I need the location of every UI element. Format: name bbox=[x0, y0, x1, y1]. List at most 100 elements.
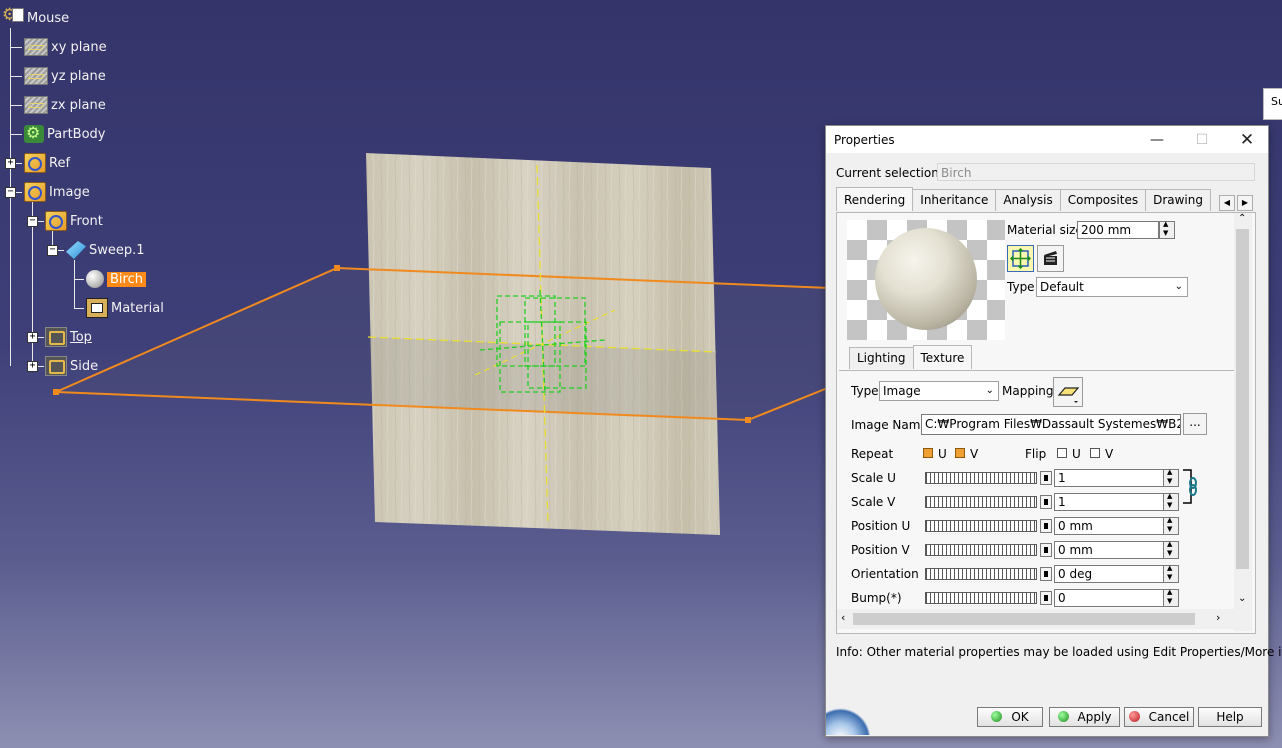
tree-node-partbody[interactable]: PartBody bbox=[24, 123, 105, 144]
bump-spinner[interactable] bbox=[1163, 588, 1179, 607]
mapping-button[interactable] bbox=[1053, 377, 1083, 407]
scroll-down-icon[interactable]: ⌄ bbox=[1238, 593, 1246, 604]
background-window-tab[interactable]: Su bbox=[1263, 88, 1282, 120]
geometrical-set-icon bbox=[45, 211, 67, 231]
close-button[interactable]: ✕ bbox=[1224, 126, 1270, 153]
tree-node-xy-plane[interactable]: xy plane bbox=[24, 37, 107, 57]
scale-u-input[interactable]: 1 bbox=[1054, 469, 1164, 487]
ok-button[interactable]: OK bbox=[977, 707, 1043, 727]
expand-toggle[interactable]: + bbox=[27, 332, 38, 343]
flip-u-checkbox[interactable] bbox=[1057, 448, 1067, 458]
material-library-button[interactable] bbox=[1037, 245, 1064, 272]
position-v-slider[interactable] bbox=[925, 544, 1037, 556]
tab-scroll-left-icon[interactable]: ◀ bbox=[1219, 195, 1235, 211]
scale-v-input[interactable]: 1 bbox=[1054, 493, 1164, 511]
help-button[interactable]: Help bbox=[1198, 707, 1262, 727]
tree-node-material[interactable]: Material bbox=[86, 298, 164, 318]
orientation-spinner[interactable] bbox=[1163, 564, 1179, 583]
globe-decoration-icon bbox=[826, 701, 874, 735]
tree-node-sweep[interactable]: Sweep.1 bbox=[66, 240, 145, 260]
expand-toggle[interactable]: + bbox=[5, 158, 16, 169]
maximize-button[interactable]: ☐ bbox=[1179, 126, 1225, 153]
plane-icon bbox=[24, 96, 48, 114]
geometrical-set-icon bbox=[24, 182, 46, 202]
tree-node-zx-plane[interactable]: zx plane bbox=[24, 95, 106, 115]
dialog-titlebar[interactable]: Properties — ☐ ✕ bbox=[826, 126, 1268, 153]
scroll-left-icon[interactable]: ‹ bbox=[841, 611, 845, 624]
collapse-toggle[interactable]: − bbox=[5, 187, 16, 198]
image-name-input[interactable]: C:₩Program Files₩Dassault Systemes₩B29₩w… bbox=[921, 414, 1181, 435]
slider-reset-button[interactable] bbox=[1040, 471, 1052, 485]
horizontal-scroll-thumb[interactable] bbox=[853, 613, 1195, 625]
tree-node-label: Mouse bbox=[27, 10, 70, 26]
repeat-v-checkbox[interactable] bbox=[955, 448, 965, 458]
slider-reset-button[interactable] bbox=[1040, 567, 1052, 581]
vertical-scroll-thumb[interactable] bbox=[1236, 229, 1249, 569]
scale-u-spinner[interactable] bbox=[1163, 468, 1179, 487]
position-u-input[interactable]: 0 mm bbox=[1054, 517, 1164, 535]
tree-node-image[interactable]: Image bbox=[24, 182, 90, 202]
position-v-spinner[interactable] bbox=[1163, 540, 1179, 559]
info-text: Info: Other material properties may be l… bbox=[836, 645, 1282, 659]
plane-icon bbox=[24, 38, 48, 56]
slider-reset-button[interactable] bbox=[1040, 495, 1052, 509]
slider-reset-button[interactable] bbox=[1040, 519, 1052, 533]
tree-node-label: Image bbox=[49, 184, 90, 200]
position-u-spinner[interactable] bbox=[1163, 516, 1179, 535]
tab-rendering[interactable]: Rendering bbox=[836, 187, 914, 211]
tree-node-birch[interactable]: Birch bbox=[86, 269, 146, 289]
scale-v-spinner[interactable] bbox=[1163, 492, 1179, 511]
tab-analysis[interactable]: Analysis bbox=[995, 189, 1061, 211]
tree-line bbox=[74, 260, 75, 308]
flip-v-checkbox[interactable] bbox=[1090, 448, 1100, 458]
slider-reset-button[interactable] bbox=[1040, 543, 1052, 557]
tab-scroll-right-icon[interactable]: ▶ bbox=[1237, 195, 1253, 211]
type-dropdown[interactable]: Default ⌄ bbox=[1036, 277, 1188, 297]
tree-node-root[interactable]: Mouse bbox=[2, 5, 70, 28]
planar-mapping-icon bbox=[1057, 387, 1080, 403]
minimize-button[interactable]: — bbox=[1134, 126, 1180, 153]
material-size-input[interactable]: 200 mm bbox=[1077, 221, 1159, 239]
tab-inheritance[interactable]: Inheritance bbox=[912, 189, 997, 211]
tab-drawing[interactable]: Drawing bbox=[1145, 189, 1211, 211]
scale-u-slider[interactable] bbox=[925, 472, 1037, 484]
tab-strip: Rendering Inheritance Analysis Composite… bbox=[836, 187, 1211, 212]
browse-button[interactable]: ... bbox=[1183, 413, 1207, 435]
material-size-spinner[interactable] bbox=[1159, 220, 1175, 239]
orientation-slider[interactable] bbox=[925, 568, 1037, 580]
subtab-lighting[interactable]: Lighting bbox=[849, 347, 914, 369]
position-u-slider[interactable] bbox=[925, 520, 1037, 532]
bump-slider[interactable] bbox=[925, 592, 1037, 604]
tree-node-side[interactable]: Side bbox=[45, 356, 98, 376]
subtab-texture[interactable]: Texture bbox=[912, 345, 973, 369]
scale-v-slider[interactable] bbox=[925, 496, 1037, 508]
position-v-input[interactable]: 0 mm bbox=[1054, 541, 1164, 559]
tree-node-front[interactable]: Front bbox=[45, 211, 103, 231]
repeat-u-checkbox[interactable] bbox=[923, 448, 933, 458]
collapse-toggle[interactable]: − bbox=[47, 245, 58, 256]
tree-node-label: Side bbox=[70, 358, 99, 374]
scroll-right-icon[interactable]: › bbox=[1216, 611, 1220, 624]
slider-reset-button[interactable] bbox=[1040, 591, 1052, 605]
scale-link-icon[interactable] bbox=[1181, 467, 1199, 507]
orientation-input[interactable]: 0 deg bbox=[1054, 565, 1164, 583]
bump-input[interactable]: 0 bbox=[1054, 589, 1164, 607]
horizontal-scrollbar[interactable]: ‹ › bbox=[837, 609, 1234, 629]
cancel-button[interactable]: Cancel bbox=[1124, 707, 1194, 727]
fit-size-button[interactable] bbox=[1007, 245, 1034, 272]
mapping-label: Mapping bbox=[1002, 384, 1054, 398]
texture-type-dropdown[interactable]: Image ⌄ bbox=[879, 381, 999, 401]
tab-composites[interactable]: Composites bbox=[1059, 189, 1147, 211]
plane-handle[interactable] bbox=[745, 417, 751, 423]
collapse-toggle[interactable]: − bbox=[27, 216, 38, 227]
tree-node-yz-plane[interactable]: yz plane bbox=[24, 66, 106, 86]
tree-node-top[interactable]: Top bbox=[45, 327, 92, 347]
apply-button[interactable]: Apply bbox=[1049, 707, 1120, 727]
plane-handle[interactable] bbox=[334, 265, 340, 271]
scroll-up-icon[interactable]: ⌃ bbox=[1238, 213, 1246, 224]
vertical-scrollbar[interactable]: ⌃ ⌄ bbox=[1234, 213, 1252, 631]
expand-toggle[interactable]: + bbox=[27, 361, 38, 372]
tree-node-ref[interactable]: Ref bbox=[24, 153, 70, 173]
row-label: Orientation bbox=[851, 567, 919, 581]
cancel-dot-icon bbox=[1128, 711, 1140, 722]
